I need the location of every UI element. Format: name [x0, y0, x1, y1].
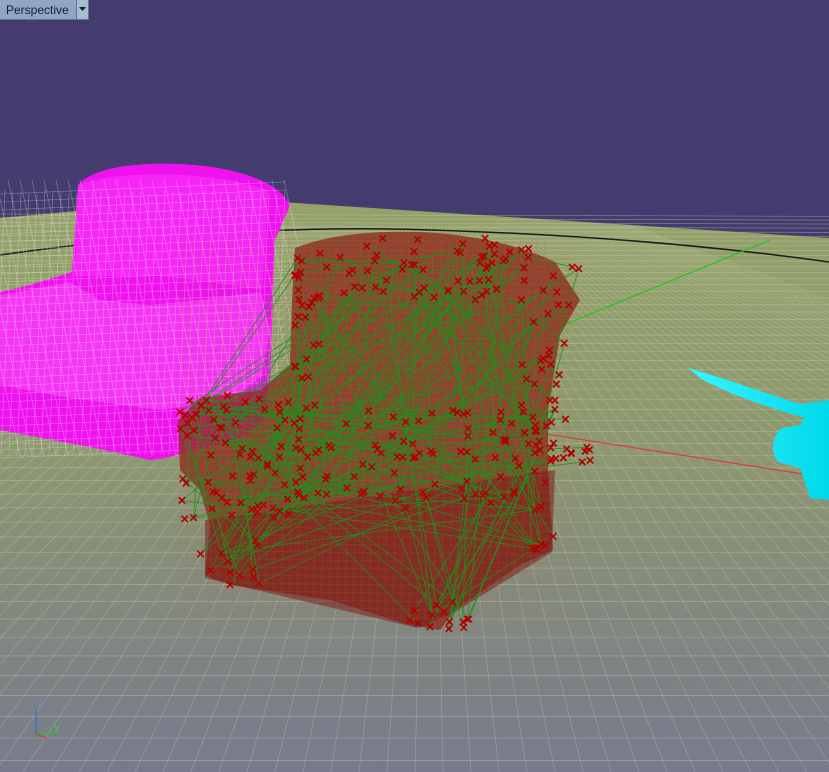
z-axis-label: z	[38, 698, 44, 709]
dropdown-arrow-icon	[78, 7, 86, 11]
viewport-menu-dropdown[interactable]	[75, 0, 88, 19]
perspective-viewport[interactable]: Perspective z y	[0, 0, 829, 772]
viewport-name[interactable]: Perspective	[0, 0, 76, 19]
y-axis-label: y	[54, 722, 60, 733]
viewport-title-tab[interactable]: Perspective	[0, 0, 89, 20]
scene-canvas[interactable]	[0, 0, 829, 772]
xyz-axes-icon: z y	[28, 698, 68, 742]
